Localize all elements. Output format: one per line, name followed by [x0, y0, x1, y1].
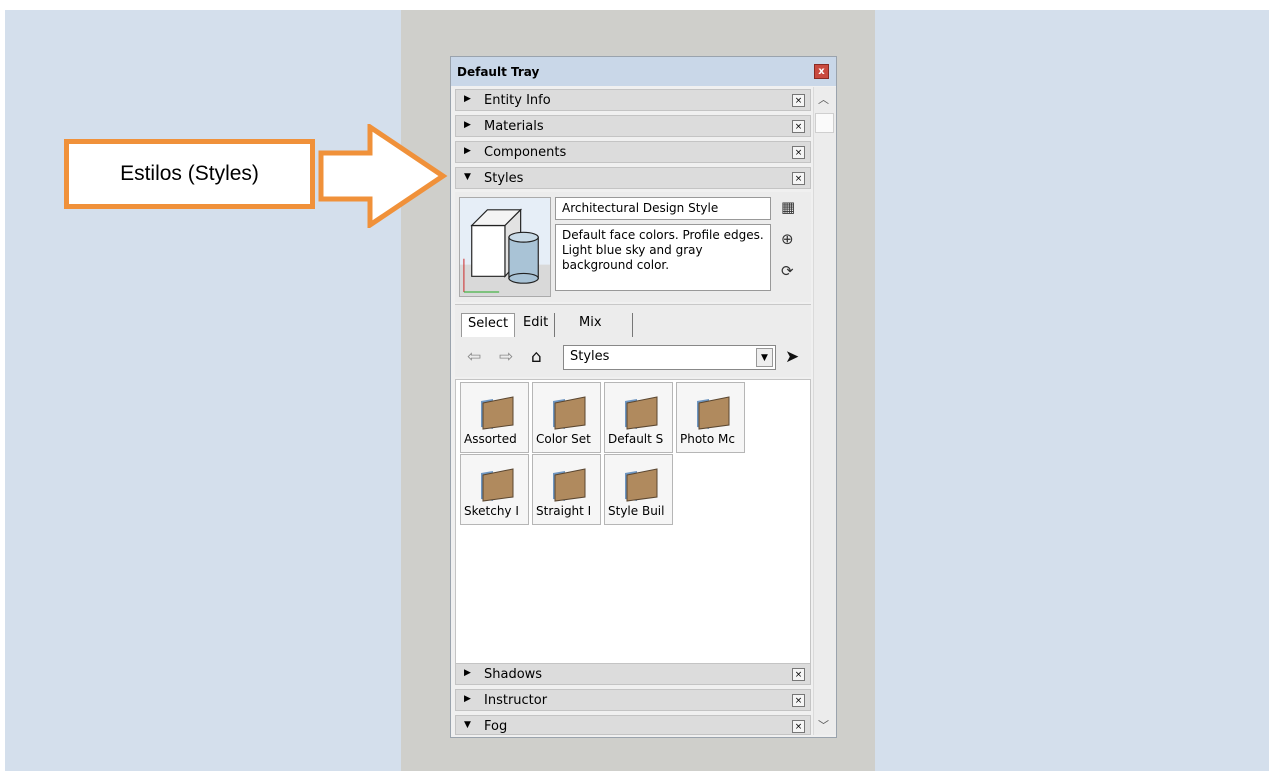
panel-instructor[interactable]: ▶ Instructor × [455, 689, 811, 711]
library-select[interactable]: Styles ▼ [563, 345, 776, 370]
panel-fog[interactable]: ▼ Fog × [455, 715, 811, 735]
library-select-value: Styles [570, 349, 610, 364]
panel-styles[interactable]: ▼ Styles × [455, 167, 811, 189]
folder-icon [553, 468, 586, 502]
folder-label: Sketchy I [464, 504, 519, 518]
panel-materials[interactable]: ▶ Materials × [455, 115, 811, 137]
style-thumbnail [459, 197, 551, 297]
panel-close-icon[interactable]: × [792, 94, 805, 107]
refresh-icon[interactable]: ⟳ [781, 262, 794, 280]
style-description-field[interactable]: Default face colors. Profile edges. Ligh… [555, 224, 771, 291]
panel-label: Fog [484, 719, 508, 734]
folder-item[interactable]: Default S [604, 382, 673, 453]
home-icon[interactable]: ⌂ [531, 347, 542, 367]
tray-title: Default Tray [457, 65, 540, 79]
tray-scrollbar[interactable]: ︿ ﹀ [813, 87, 836, 735]
panel-close-icon[interactable]: × [792, 120, 805, 133]
panel-label: Shadows [484, 667, 543, 682]
callout-arrow [318, 124, 448, 228]
panel-close-icon[interactable]: × [792, 146, 805, 159]
expand-icon: ▶ [464, 694, 471, 704]
expand-icon: ▶ [464, 120, 471, 130]
folder-icon [697, 396, 730, 430]
panel-close-icon[interactable]: × [792, 668, 805, 681]
folder-label: Default S [608, 432, 664, 446]
folder-item[interactable]: Photo Mc [676, 382, 745, 453]
panel-label: Instructor [484, 693, 548, 708]
style-name-field[interactable]: Architectural Design Style [555, 197, 771, 220]
panel-label: Styles [484, 171, 524, 186]
callout-label: Estilos (Styles) [120, 162, 259, 185]
panel-close-icon[interactable]: × [792, 172, 805, 185]
details-arrow-icon[interactable]: ➤ [785, 347, 799, 367]
scroll-thumb[interactable] [815, 113, 834, 133]
panel-label: Components [484, 145, 567, 160]
folder-icon [625, 468, 658, 502]
folder-item[interactable]: Color Set [532, 382, 601, 453]
tray-close-button[interactable]: x [814, 64, 829, 79]
styles-nav-row: ⇦ ⇨ ⌂ Styles ▼ ➤ [455, 339, 811, 377]
create-style-icon[interactable]: ▦ [781, 198, 795, 216]
panel-close-icon[interactable]: × [792, 720, 805, 733]
panel-label: Entity Info [484, 93, 551, 108]
folder-icon [625, 396, 658, 430]
panel-label: Materials [484, 119, 544, 134]
folder-label: Color Set [536, 432, 591, 446]
expand-icon: ▶ [464, 668, 471, 678]
folder-label: Assorted [464, 432, 517, 446]
panel-entity-info[interactable]: ▶ Entity Info × [455, 89, 811, 111]
folder-icon [481, 396, 514, 430]
back-arrow-icon[interactable]: ⇦ [467, 347, 481, 367]
styles-tabs: Select Edit Mix [455, 304, 811, 340]
folder-item[interactable]: Sketchy I [460, 454, 529, 525]
panel-close-icon[interactable]: × [792, 694, 805, 707]
folder-item[interactable]: Assorted [460, 382, 529, 453]
folder-item[interactable]: Straight I [532, 454, 601, 525]
panel-shadows[interactable]: ▶ Shadows × [455, 663, 811, 685]
folder-icon [553, 396, 586, 430]
folder-label: Straight I [536, 504, 592, 518]
styles-folder-grid: Assorted Color Set Default S Photo Mc Sk… [455, 379, 811, 684]
folder-label: Style Buil [608, 504, 665, 518]
tab-select[interactable]: Select [461, 313, 516, 337]
folder-label: Photo Mc [680, 432, 735, 446]
default-tray: Default Tray x ︿ ﹀ ▶ Entity Info × ▶ Mat… [450, 56, 837, 738]
tab-mix[interactable]: Mix [573, 313, 633, 337]
update-style-icon[interactable]: ⊕ [781, 230, 794, 248]
tray-title-bar: Default Tray x [451, 57, 836, 86]
chevron-down-icon[interactable]: ▼ [756, 348, 773, 367]
tab-edit[interactable]: Edit [517, 313, 556, 337]
panel-components[interactable]: ▶ Components × [455, 141, 811, 163]
forward-arrow-icon[interactable]: ⇨ [499, 347, 513, 367]
collapse-icon: ▼ [464, 720, 471, 730]
scroll-down-icon[interactable]: ﹀ [818, 717, 829, 733]
expand-icon: ▶ [464, 94, 471, 104]
collapse-icon: ▼ [464, 172, 471, 182]
callout-box: Estilos (Styles) [64, 139, 315, 209]
expand-icon: ▶ [464, 146, 471, 156]
folder-item[interactable]: Style Buil [604, 454, 673, 525]
scroll-up-icon[interactable]: ︿ [818, 91, 829, 107]
styles-panel-body: Architectural Design Style Default face … [455, 192, 811, 302]
folder-icon [481, 468, 514, 502]
